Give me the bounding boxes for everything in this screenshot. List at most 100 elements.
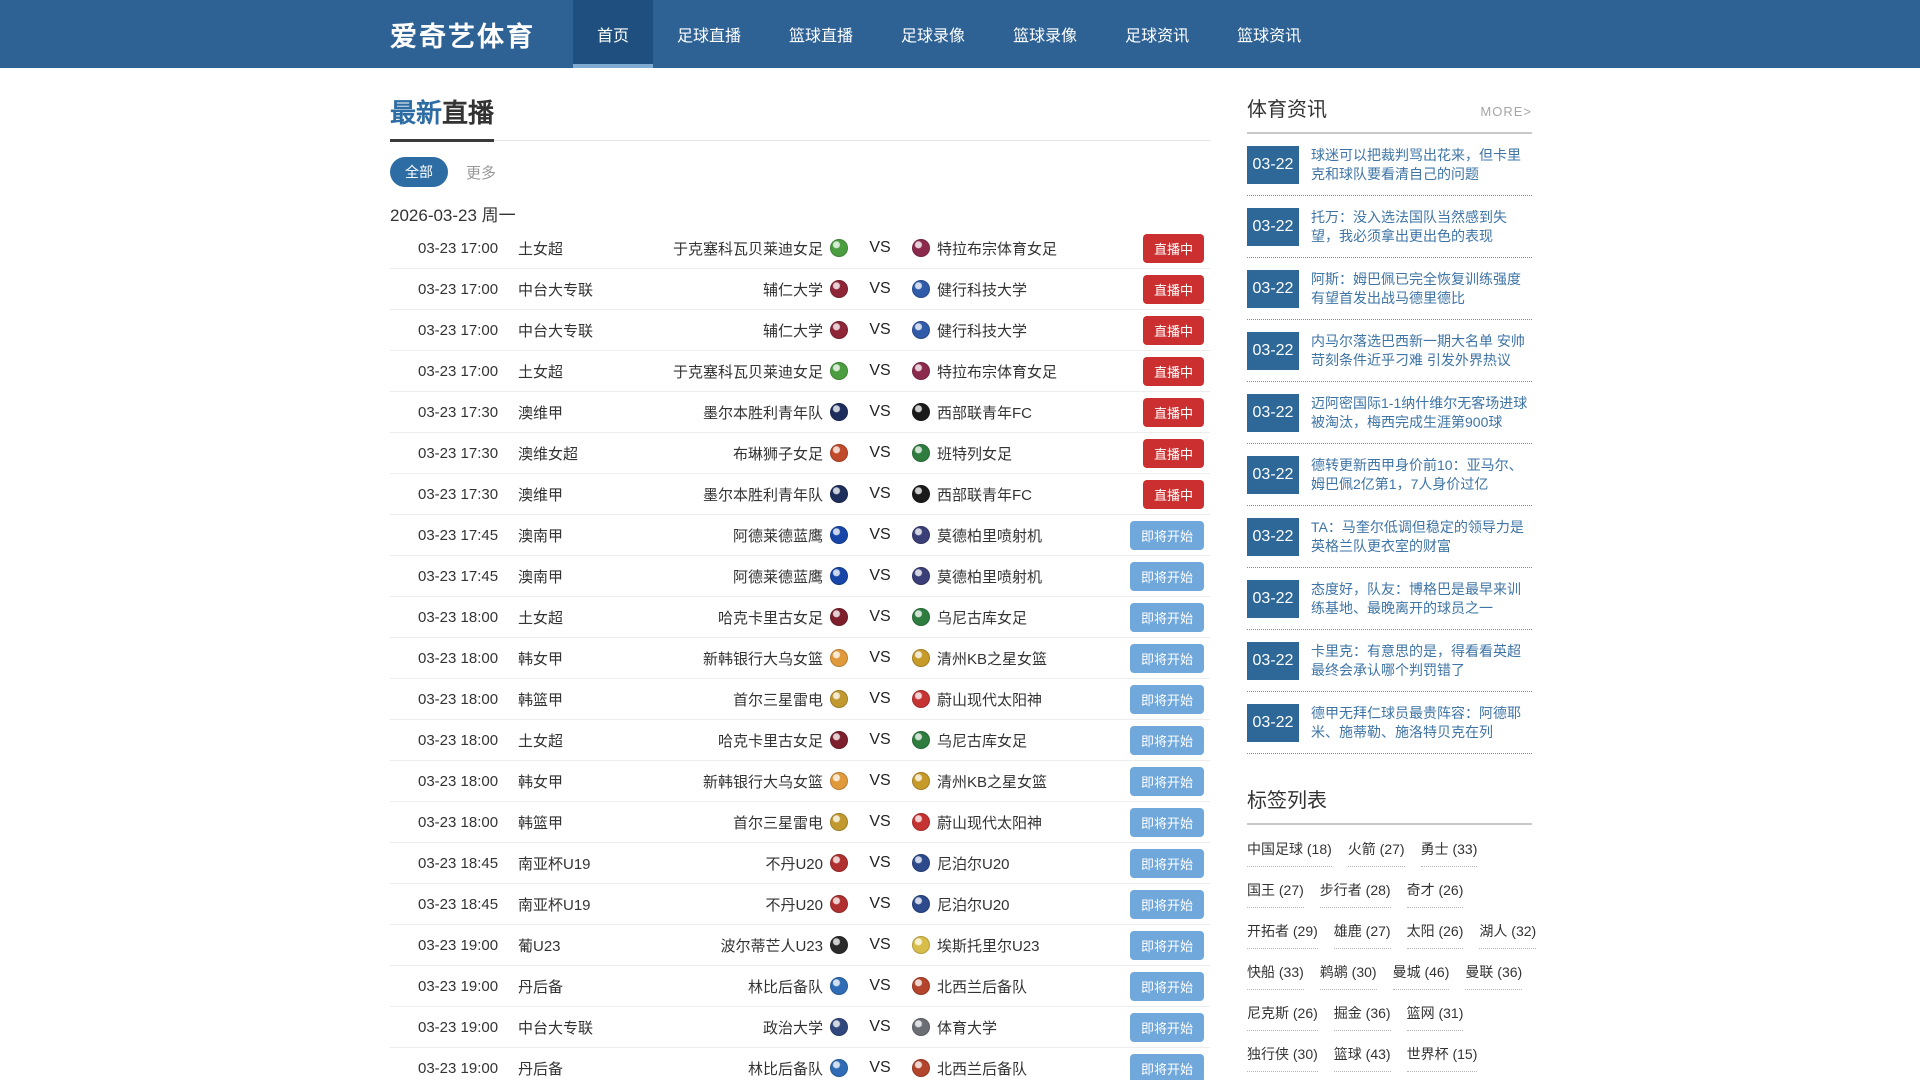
match-row[interactable]: 03-23 19:00 丹后备 林比后备队 VS 北西兰后备队 即将开始 <box>390 1048 1210 1080</box>
match-status-button[interactable]: 直播中 <box>1142 233 1204 263</box>
away-team: 蔚山现代太阳神 <box>912 689 1114 710</box>
news-section-header: 体育资讯 MORE> <box>1247 93 1532 134</box>
news-item[interactable]: 03-22 德甲无拜仁球员最贵阵容：阿德耶米、施蒂勒、施洛特贝克在列 <box>1247 692 1532 754</box>
home-team-name: 墨尔本胜利青年队 <box>702 404 823 422</box>
match-status-button[interactable]: 即将开始 <box>1129 1053 1204 1080</box>
news-item[interactable]: 03-22 迈阿密国际1-1纳什维尔无客场进球被淘汰，梅西完成生涯第900球 <box>1247 382 1532 444</box>
match-row[interactable]: 03-23 19:00 丹后备 林比后备队 VS 北西兰后备队 即将开始 <box>390 966 1210 1007</box>
tag-太阳[interactable]: 太阳 (26) <box>1406 921 1464 949</box>
away-team-name: 体育大学 <box>937 1019 998 1037</box>
match-status-button[interactable]: 即将开始 <box>1129 930 1204 960</box>
match-status-cell: 即将开始 <box>1114 520 1210 550</box>
match-status-button[interactable]: 直播中 <box>1142 274 1204 304</box>
match-row[interactable]: 03-23 18:00 韩篮甲 首尔三星雷电 VS 蔚山现代太阳神 即将开始 <box>390 802 1210 843</box>
match-row[interactable]: 03-23 18:45 南亚杯U19 不丹U20 VS 尼泊尔U20 即将开始 <box>390 843 1210 884</box>
match-status-button[interactable]: 即将开始 <box>1129 602 1204 632</box>
nav-item-篮球录像[interactable]: 篮球录像 <box>989 0 1101 68</box>
match-status-button[interactable]: 直播中 <box>1142 438 1204 468</box>
news-date-badge: 03-22 <box>1247 146 1299 184</box>
away-team-name: 特拉布宗体育女足 <box>937 363 1058 381</box>
match-status-button[interactable]: 即将开始 <box>1129 889 1204 919</box>
match-status-button[interactable]: 直播中 <box>1142 479 1204 509</box>
vs-label: VS <box>869 362 891 379</box>
tag-湖人[interactable]: 湖人 (32) <box>1479 921 1537 949</box>
match-status-button[interactable]: 直播中 <box>1142 356 1204 386</box>
section-title-wrap: 最新直播 <box>390 93 1210 142</box>
match-row[interactable]: 03-23 18:00 土女超 哈克卡里古女足 VS 乌尼古库女足 即将开始 <box>390 597 1210 638</box>
tag-火箭[interactable]: 火箭 (27) <box>1347 839 1405 867</box>
tag-掘金[interactable]: 掘金 (36) <box>1333 1003 1391 1031</box>
match-status-button[interactable]: 即将开始 <box>1129 1012 1204 1042</box>
match-row[interactable]: 03-23 17:00 中台大专联 辅仁大学 VS 健行科技大学 直播中 <box>390 269 1210 310</box>
match-league: 韩篮甲 <box>518 691 564 709</box>
away-team: 西部联青年FC <box>912 484 1114 505</box>
news-item[interactable]: 03-22 托万：没入选法国队当然感到失望，我必须拿出更出色的表现 <box>1247 196 1532 258</box>
news-item[interactable]: 03-22 TA：马奎尔低调但稳定的领导力是英格兰队更衣室的财富 <box>1247 506 1532 568</box>
tag-奇才[interactable]: 奇才 (26) <box>1406 880 1464 908</box>
match-status-button[interactable]: 即将开始 <box>1129 725 1204 755</box>
match-league: 韩女甲 <box>518 773 564 791</box>
match-row[interactable]: 03-23 17:30 澳维女超 布琳狮子女足 VS 班特列女足 直播中 <box>390 433 1210 474</box>
match-status-button[interactable]: 即将开始 <box>1129 971 1204 1001</box>
tag-开拓者[interactable]: 开拓者 (29) <box>1247 921 1318 949</box>
news-item[interactable]: 03-22 阿斯：姆巴佩已完全恢复训练强度 有望首发出战马德里德比 <box>1247 258 1532 320</box>
match-status-button[interactable]: 即将开始 <box>1129 848 1204 878</box>
match-status-button[interactable]: 即将开始 <box>1129 807 1204 837</box>
nav-item-篮球直播[interactable]: 篮球直播 <box>765 0 877 68</box>
match-row[interactable]: 03-23 19:00 葡U23 波尔蒂芒人U23 VS 埃斯托里尔U23 即将开始 <box>390 925 1210 966</box>
match-time: 03-23 17:30 <box>418 444 499 462</box>
match-row[interactable]: 03-23 18:00 韩女甲 新韩银行大乌女篮 VS 清州KB之星女篮 即将开始 <box>390 638 1210 679</box>
site-logo[interactable]: 爱奇艺体育 <box>390 0 535 68</box>
tag-尼克斯[interactable]: 尼克斯 (26) <box>1247 1003 1318 1031</box>
match-row[interactable]: 03-23 18:45 南亚杯U19 不丹U20 VS 尼泊尔U20 即将开始 <box>390 884 1210 925</box>
news-item[interactable]: 03-22 卡里克：有意思的是，得看看英超最终会承认哪个判罚错了 <box>1247 630 1532 692</box>
tag-步行者[interactable]: 步行者 (28) <box>1319 880 1391 908</box>
match-row[interactable]: 03-23 17:45 澳南甲 阿德莱德蓝鹰 VS 莫德柏里喷射机 即将开始 <box>390 556 1210 597</box>
match-row[interactable]: 03-23 18:00 韩女甲 新韩银行大乌女篮 VS 清州KB之星女篮 即将开始 <box>390 761 1210 802</box>
tag-勇士[interactable]: 勇士 (33) <box>1420 839 1478 867</box>
tag-中国足球[interactable]: 中国足球 (18) <box>1247 839 1332 867</box>
nav-item-足球直播[interactable]: 足球直播 <box>653 0 765 68</box>
filter-more-button[interactable]: 更多 <box>466 162 496 183</box>
match-status-button[interactable]: 直播中 <box>1142 397 1204 427</box>
home-team-badge-icon <box>830 362 848 380</box>
tag-雄鹿[interactable]: 雄鹿 (27) <box>1333 921 1391 949</box>
news-item[interactable]: 03-22 球迷可以把裁判骂出花来，但卡里克和球队要看清自己的问题 <box>1247 134 1532 196</box>
tag-世界杯[interactable]: 世界杯 (15) <box>1406 1044 1478 1072</box>
nav-item-足球录像[interactable]: 足球录像 <box>877 0 989 68</box>
match-status-button[interactable]: 即将开始 <box>1129 684 1204 714</box>
match-status-button[interactable]: 即将开始 <box>1129 643 1204 673</box>
news-item[interactable]: 03-22 态度好，队友：博格巴是最早来训练基地、最晚离开的球员之一 <box>1247 568 1532 630</box>
match-row[interactable]: 03-23 17:00 中台大专联 辅仁大学 VS 健行科技大学 直播中 <box>390 310 1210 351</box>
nav-item-足球资讯[interactable]: 足球资讯 <box>1101 0 1213 68</box>
home-team: 于克塞科瓦贝莱迪女足 <box>646 238 848 259</box>
tag-国王[interactable]: 国王 (27) <box>1247 880 1304 908</box>
news-item[interactable]: 03-22 德转更新西甲身价前10：亚马尔、姆巴佩2亿第1，7人身价过亿 <box>1247 444 1532 506</box>
match-status-button[interactable]: 即将开始 <box>1129 766 1204 796</box>
match-row[interactable]: 03-23 17:30 澳维甲 墨尔本胜利青年队 VS 西部联青年FC 直播中 <box>390 474 1210 515</box>
news-item[interactable]: 03-22 内马尔落选巴西新一期大名单 安帅苛刻条件近乎刁难 引发外界热议 <box>1247 320 1532 382</box>
match-league: 中台大专联 <box>518 1019 594 1037</box>
news-more-link[interactable]: MORE> <box>1480 104 1532 119</box>
away-team: 健行科技大学 <box>912 279 1114 300</box>
tag-曼城[interactable]: 曼城 (46) <box>1392 962 1450 990</box>
match-row[interactable]: 03-23 19:00 中台大专联 政治大学 VS 体育大学 即将开始 <box>390 1007 1210 1048</box>
match-status-button[interactable]: 即将开始 <box>1129 561 1204 591</box>
match-row[interactable]: 03-23 17:45 澳南甲 阿德莱德蓝鹰 VS 莫德柏里喷射机 即将开始 <box>390 515 1210 556</box>
tag-篮网[interactable]: 篮网 (31) <box>1406 1003 1464 1031</box>
match-row[interactable]: 03-23 18:00 韩篮甲 首尔三星雷电 VS 蔚山现代太阳神 即将开始 <box>390 679 1210 720</box>
match-row[interactable]: 03-23 18:00 土女超 哈克卡里古女足 VS 乌尼古库女足 即将开始 <box>390 720 1210 761</box>
match-row[interactable]: 03-23 17:30 澳维甲 墨尔本胜利青年队 VS 西部联青年FC 直播中 <box>390 392 1210 433</box>
match-row[interactable]: 03-23 17:00 土女超 于克塞科瓦贝莱迪女足 VS 特拉布宗体育女足 直播中 <box>390 228 1210 269</box>
match-status-button[interactable]: 直播中 <box>1142 315 1204 345</box>
tag-独行侠[interactable]: 独行侠 (30) <box>1247 1044 1318 1072</box>
tag-曼联[interactable]: 曼联 (36) <box>1465 962 1523 990</box>
tag-篮球[interactable]: 篮球 (43) <box>1333 1044 1391 1072</box>
match-status-button[interactable]: 即将开始 <box>1129 520 1204 550</box>
match-row[interactable]: 03-23 17:00 土女超 于克塞科瓦贝莱迪女足 VS 特拉布宗体育女足 直播中 <box>390 351 1210 392</box>
nav-item-首页[interactable]: 首页 <box>573 0 654 68</box>
tag-鹈鹕[interactable]: 鹈鹕 (30) <box>1319 962 1377 990</box>
filter-all-button[interactable]: 全部 <box>390 157 448 187</box>
tag-快船[interactable]: 快船 (33) <box>1247 962 1304 990</box>
nav-item-篮球资讯[interactable]: 篮球资讯 <box>1213 0 1325 68</box>
